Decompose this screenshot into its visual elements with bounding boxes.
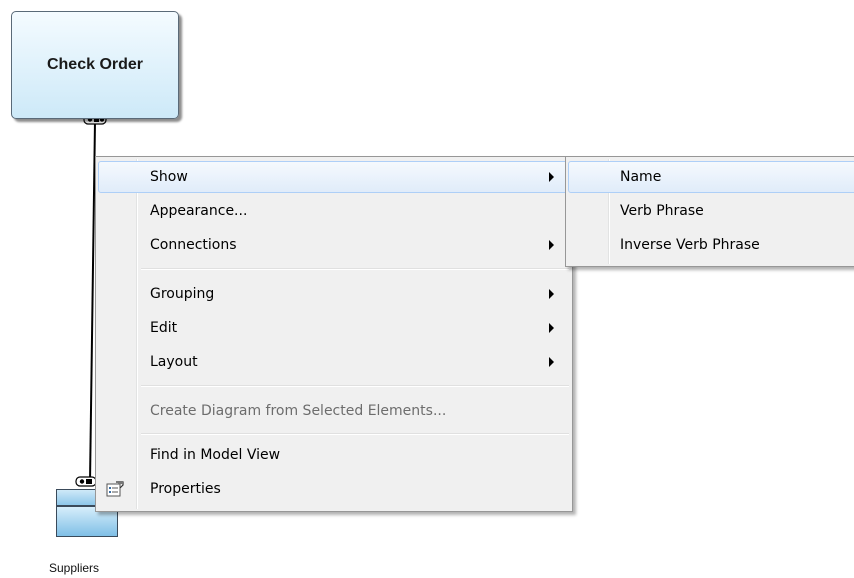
entity-label: Suppliers bbox=[49, 561, 100, 575]
submenu-item-label: Verb Phrase bbox=[620, 203, 704, 219]
menu-item-label: Create Diagram from Selected Elements... bbox=[150, 403, 447, 419]
menu-item-grouping[interactable]: Grouping bbox=[98, 278, 570, 310]
menu-item-edit[interactable]: Edit bbox=[98, 312, 570, 344]
process-label: Check Order bbox=[46, 56, 144, 73]
submenu-item-name[interactable]: Name bbox=[568, 161, 854, 193]
menu-item-connections[interactable]: Connections bbox=[98, 229, 570, 261]
menu-item-create-diagram[interactable]: Create Diagram from Selected Elements... bbox=[98, 395, 570, 427]
menu-item-show[interactable]: Show bbox=[98, 161, 570, 193]
connector-bottom-end-icon bbox=[75, 476, 97, 487]
menu-separator bbox=[141, 268, 569, 270]
properties-icon bbox=[106, 481, 124, 497]
menu-item-layout[interactable]: Layout bbox=[98, 346, 570, 378]
menu-item-label: Grouping bbox=[150, 286, 215, 302]
submenu-item-inverse-verb-phrase[interactable]: Inverse Verb Phrase bbox=[568, 229, 854, 261]
submenu-item-verb-phrase[interactable]: Verb Phrase bbox=[568, 195, 854, 227]
menu-item-properties[interactable]: Properties bbox=[98, 473, 570, 505]
submenu-arrow-icon bbox=[549, 240, 554, 250]
menu-item-label: Properties bbox=[150, 481, 221, 497]
submenu-item-label: Name bbox=[620, 169, 662, 185]
menu-item-appearance[interactable]: Appearance... bbox=[98, 195, 570, 227]
menu-item-label: Edit bbox=[150, 320, 178, 336]
menu-item-label: Show bbox=[150, 169, 188, 185]
menu-item-label: Appearance... bbox=[150, 203, 248, 219]
menu-item-label: Find in Model View bbox=[150, 447, 281, 463]
check-order-process[interactable]: Check Order bbox=[11, 11, 179, 119]
menu-separator bbox=[141, 385, 569, 387]
submenu-arrow-icon bbox=[549, 357, 554, 367]
submenu-arrow-icon bbox=[549, 323, 554, 333]
menu-separator bbox=[141, 433, 569, 435]
menu-item-label: Connections bbox=[150, 237, 237, 253]
menu-item-find-in-model-view[interactable]: Find in Model View bbox=[98, 439, 570, 471]
submenu-arrow-icon bbox=[549, 289, 554, 299]
submenu-arrow-icon bbox=[549, 172, 554, 182]
menu-item-label: Layout bbox=[150, 354, 198, 370]
context-menu: Show Appearance... Connections Grouping … bbox=[95, 156, 573, 512]
submenu-item-label: Inverse Verb Phrase bbox=[620, 237, 760, 253]
show-submenu: Name Verb Phrase Inverse Verb Phrase bbox=[565, 156, 854, 267]
